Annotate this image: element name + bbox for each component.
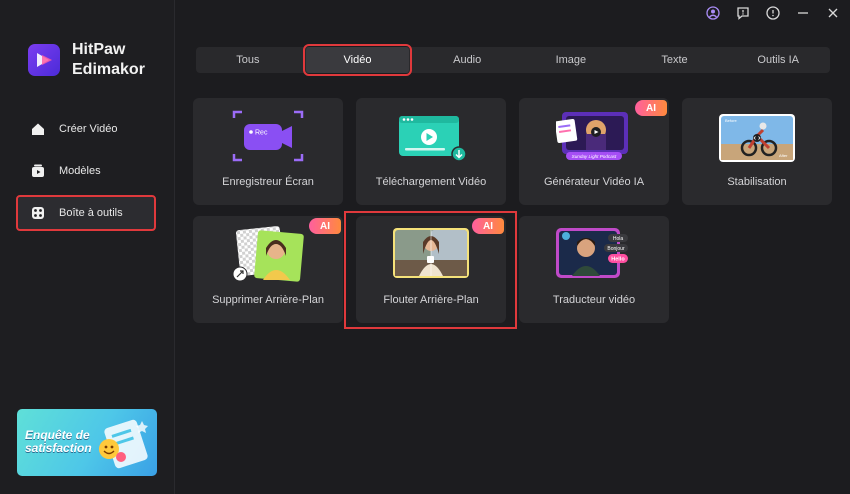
satisfaction-survey-banner[interactable]: Enquête de satisfaction [17, 409, 157, 476]
tab-texte[interactable]: Texte [623, 47, 727, 73]
video-translator-icon: Hola Bonjour Hello [556, 228, 628, 278]
tab-video[interactable]: Vidéo [302, 44, 413, 76]
promo-line2: satisfaction [25, 441, 92, 455]
tool-card-stabilization[interactable]: Before After Stabilisation [682, 98, 832, 205]
toolbox-icon [31, 206, 45, 220]
highlight-frame [344, 211, 517, 329]
screen-recorder-icon: Rec [232, 110, 304, 162]
sidebar-item-creer-video[interactable]: Créer Vidéo [17, 112, 155, 146]
sidebar-nav: Créer Vidéo Modèles Boîte à outils [16, 112, 156, 238]
tool-card-remove-background[interactable]: AI Supprimer Arrière-Plan [193, 216, 343, 323]
video-download-icon [399, 116, 467, 162]
before-text: Before [725, 118, 738, 123]
remove-background-icon [232, 226, 304, 282]
rec-text: Rec [255, 130, 268, 137]
brand: HitPaw Edimakor [28, 40, 145, 80]
tool-card-screen-recorder[interactable]: Rec Enregistreur Écran [193, 98, 343, 205]
bonjour-text: Bonjour [607, 246, 625, 252]
stabilization-icon: Before After [719, 114, 795, 162]
brand-line2: Edimakor [72, 61, 145, 78]
sidebar-item-modeles[interactable]: Modèles [17, 154, 155, 188]
hola-text: Hola [613, 236, 624, 242]
edimakor-logo-icon [28, 44, 60, 76]
user-icon[interactable] [706, 6, 720, 20]
tool-label: Stabilisation [727, 176, 787, 188]
tool-label: Supprimer Arrière-Plan [212, 294, 324, 306]
tab-tous[interactable]: Tous [196, 47, 300, 73]
after-text: After [779, 153, 788, 158]
podcast-title-text: Sunday Light Podcast [572, 154, 617, 159]
category-tabs: Tous Vidéo Audio Image Texte Outils IA [196, 44, 830, 76]
tool-card-video-download[interactable]: Téléchargement Vidéo [356, 98, 506, 205]
sidebar-item-label: Modèles [59, 165, 101, 177]
ai-video-generator-icon: Sunday Light Podcast [556, 112, 628, 160]
info-icon[interactable] [766, 6, 780, 20]
tool-card-video-translator[interactable]: Hola Bonjour Hello Traducteur vidéo [519, 216, 669, 323]
sidebar-item-label: Créer Vidéo [59, 123, 118, 135]
sidebar-item-boite-a-outils[interactable]: Boîte à outils [16, 195, 156, 231]
home-icon [31, 122, 45, 136]
tool-label: Traducteur vidéo [552, 294, 636, 306]
sidebar: HitPaw Edimakor Créer Vidéo Modèles Boît… [0, 0, 175, 494]
tool-card-ai-video-generator[interactable]: AI Sunday Light Podcast Générateur Vidéo… [519, 98, 669, 205]
ai-badge: AI [635, 100, 667, 116]
ai-badge: AI [309, 218, 341, 234]
brand-line1: HitPaw [72, 41, 126, 58]
feedback-icon[interactable] [736, 6, 750, 20]
hello-text: Hello [611, 257, 625, 263]
minimize-icon[interactable] [796, 6, 810, 20]
close-icon[interactable] [826, 6, 840, 20]
tab-outils-ia[interactable]: Outils IA [726, 47, 830, 73]
tab-audio[interactable]: Audio [415, 47, 519, 73]
tab-image[interactable]: Image [519, 47, 623, 73]
template-icon [31, 164, 45, 178]
tool-label: Générateur Vidéo IA [543, 176, 645, 188]
tool-label: Enregistreur Écran [222, 176, 314, 188]
tool-label: Téléchargement Vidéo [375, 176, 487, 188]
window-controls [690, 6, 840, 20]
sidebar-item-label: Boîte à outils [59, 207, 123, 219]
